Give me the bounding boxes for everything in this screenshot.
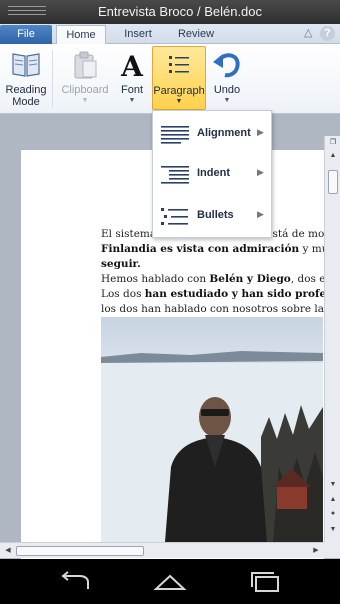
font-label: Font	[120, 84, 143, 96]
android-nav-bar	[0, 559, 340, 604]
tab-review[interactable]: Review	[168, 25, 224, 44]
text-line: seguir.	[101, 258, 141, 270]
tab-insert[interactable]: Insert	[112, 25, 164, 44]
chevron-down-icon: ▼	[128, 97, 136, 104]
ribbon-tab-row: File Home Insert Review △ ?	[0, 24, 340, 45]
text-line: los dos han hablado con nosotros sobre l…	[101, 303, 340, 315]
help-icon[interactable]: ?	[320, 26, 335, 41]
tab-home[interactable]: Home	[56, 25, 106, 45]
reading-mode-button[interactable]: Reading Mode	[2, 46, 50, 110]
document-text[interactable]: El sistema educativo finlandés está de m…	[101, 227, 340, 317]
book-icon	[12, 53, 40, 77]
menu-label-alignment: Alignment	[197, 127, 251, 139]
chevron-down-icon: ▼	[175, 98, 183, 105]
ribbon-separator	[52, 50, 53, 108]
scroll-down-icon[interactable]: ▼	[325, 481, 340, 488]
menu-item-indent[interactable]: Indent ▶	[153, 157, 271, 193]
indent-icon	[161, 166, 189, 184]
menu-item-bullets[interactable]: Bullets ▶	[153, 199, 271, 235]
paragraph-button[interactable]: Paragraph ▼	[152, 46, 206, 110]
document-icon[interactable]: ❐	[325, 138, 340, 146]
document-photo[interactable]	[101, 317, 323, 542]
reading-mode-label-1: Reading	[5, 84, 47, 96]
menu-item-alignment[interactable]: Alignment ▶	[153, 117, 271, 153]
chevron-down-icon: ▼	[223, 97, 231, 104]
horizontal-scrollbar[interactable]: ◀ ▶	[0, 542, 324, 558]
ribbon: Reading Mode Clipboard ▼ A Font ▼ Paragr…	[0, 44, 340, 114]
title-bar: Entrevista Broco / Belén.doc	[0, 0, 340, 24]
document-title: Entrevista Broco / Belén.doc	[97, 4, 263, 19]
chevron-down-icon: ▼	[81, 97, 89, 104]
font-A-icon: A	[120, 50, 144, 80]
horizontal-scroll-thumb[interactable]	[16, 546, 144, 556]
photo-scene	[101, 351, 323, 542]
vertical-scrollbar[interactable]: ❐ ▲ ▼ ▲ ● ▼	[324, 136, 340, 546]
scroll-right-icon[interactable]: ▶	[308, 546, 324, 554]
undo-label: Undo	[213, 84, 241, 96]
scroll-left-icon[interactable]: ◀	[0, 546, 16, 554]
scroll-up-icon[interactable]: ▲	[325, 152, 340, 159]
text-line: Finlandia es vista con admiración y mu	[101, 243, 329, 255]
clipboard-icon	[74, 51, 97, 79]
paragraph-list-icon	[169, 56, 189, 73]
undo-button[interactable]: Undo ▼	[208, 46, 246, 110]
browse-object-icon[interactable]: ●	[325, 510, 340, 517]
paragraph-label: Paragraph	[153, 85, 205, 97]
clipboard-label: Clipboard	[61, 84, 109, 96]
back-icon[interactable]	[58, 571, 94, 593]
reading-mode-label-2: Mode	[12, 96, 40, 108]
chevron-right-icon: ▶	[257, 209, 264, 219]
recent-apps-icon[interactable]	[248, 571, 284, 593]
clipboard-button[interactable]: Clipboard ▼	[56, 46, 114, 110]
undo-arrow-icon	[213, 53, 240, 78]
home-icon[interactable]	[152, 571, 188, 593]
scrollbar-corner	[324, 542, 340, 558]
caret-up-icon[interactable]: △	[304, 26, 312, 39]
menu-grip-icon[interactable]	[8, 6, 46, 18]
previous-page-icon[interactable]: ▲	[325, 496, 340, 503]
font-button[interactable]: A Font ▼	[116, 46, 148, 110]
align-justify-icon	[161, 126, 189, 144]
tab-file[interactable]: File	[0, 25, 52, 44]
menu-label-indent: Indent	[197, 167, 230, 179]
paragraph-dropdown-menu: Alignment ▶ Indent ▶ Bullets ▶	[152, 110, 272, 238]
vertical-scroll-thumb[interactable]	[328, 170, 338, 194]
text-line: Hemos hablado con Belén y Diego, dos esp	[101, 273, 338, 285]
next-page-icon[interactable]: ▼	[325, 526, 340, 533]
chevron-right-icon: ▶	[257, 167, 264, 177]
bullets-icon	[161, 208, 188, 225]
chevron-right-icon: ▶	[257, 127, 264, 137]
svg-text:A: A	[120, 50, 144, 80]
text-line: Los dos han estudiado y han sido profes	[101, 288, 333, 300]
menu-label-bullets: Bullets	[197, 209, 234, 221]
